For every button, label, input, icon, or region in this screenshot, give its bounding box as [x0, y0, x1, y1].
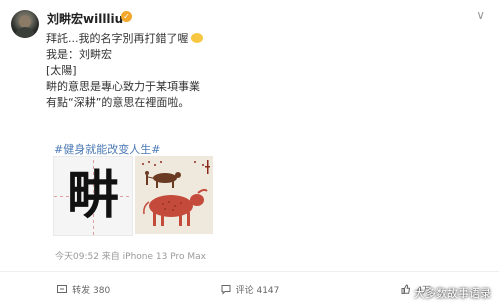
comment-icon [221, 285, 231, 295]
post-text: 拜託...我的名字別再打錯了喔 我是：刘畊宏 [太陽] 畊的意思是專心致力于某項… [46, 31, 203, 111]
repost-button[interactable]: 转发 380 [0, 272, 166, 306]
repost-icon [57, 285, 68, 293]
hashtag-link[interactable]: #健身就能改变人生# [54, 141, 160, 157]
post-line-4: 畊的意思是專心致力于某項事業 [46, 80, 200, 93]
verified-badge-icon: ✓ [121, 11, 132, 22]
sweat-smile-emoji-icon [190, 33, 203, 43]
thumbs-up-icon [401, 284, 411, 294]
repost-count: 转发 380 [72, 285, 111, 296]
post-meta: 今天09:52 来自 iPhone 13 Pro Max [55, 252, 206, 262]
comment-count: 评论 4147 [235, 285, 280, 296]
post-image-ox-painting[interactable] [135, 156, 213, 234]
post-line-1: 拜託...我的名字別再打錯了喔 [46, 31, 203, 47]
character-glyph: 畊 [66, 165, 119, 226]
post-image-character[interactable]: 畊 [53, 156, 133, 236]
avatar[interactable] [11, 10, 39, 38]
post-line-3: [太陽] [46, 64, 77, 77]
post-line-5: 有點“深耕”的意思在裡面啦。 [46, 96, 190, 109]
post-line-2: 我是：刘畊宏 [46, 48, 112, 61]
chevron-down-icon[interactable]: ∨ [476, 8, 485, 22]
watermark: 大多数故事语录 [414, 287, 491, 300]
comment-button[interactable]: 评论 4147 [166, 272, 332, 306]
author-name[interactable]: 刘畊宏willliu [47, 10, 123, 27]
